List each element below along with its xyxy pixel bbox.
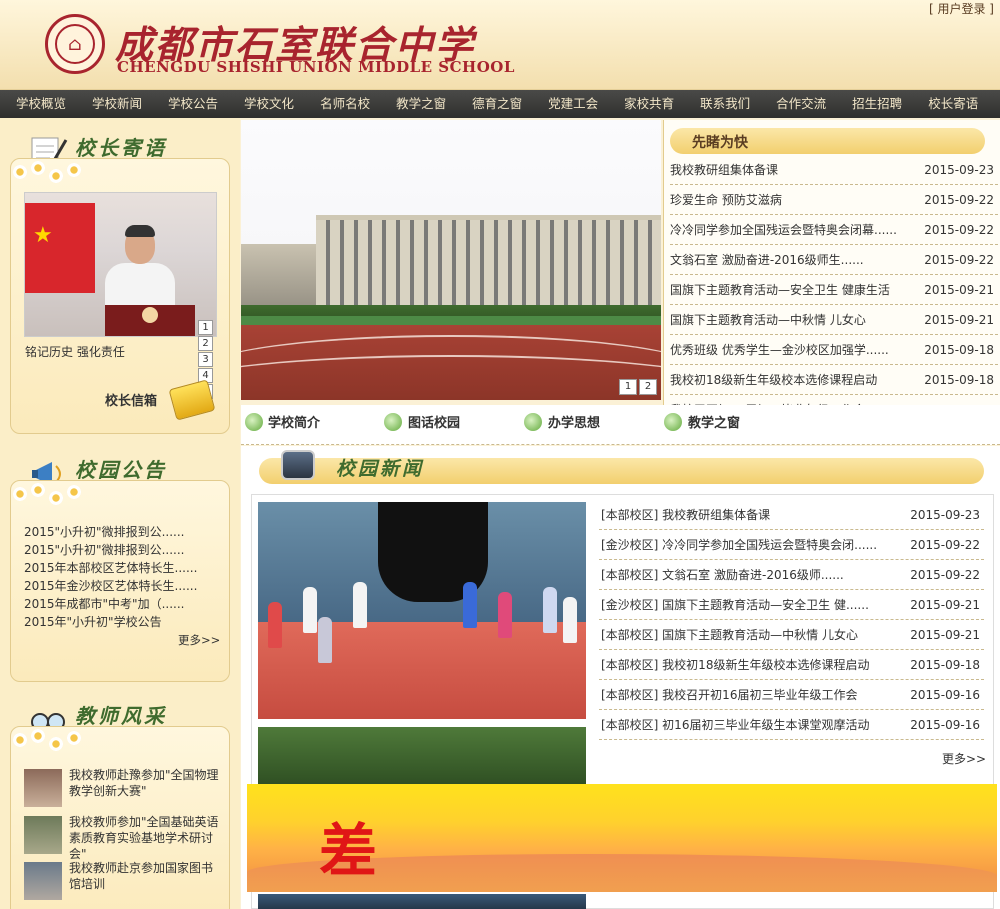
magnifier-icon: [524, 413, 542, 431]
nav-item-notices[interactable]: 学校公告: [155, 90, 231, 118]
news-row[interactable]: 我校初18级新生年级校本选修课程启动 2015-09-18: [670, 365, 998, 395]
news-row[interactable]: 国旗下主题教育活动—安全卫生 健康生活 2015-09-21: [670, 275, 998, 305]
seal-inner-icon: ⌂: [55, 24, 95, 64]
principal-photo[interactable]: ★: [24, 192, 217, 337]
campus-news-row[interactable]: [本部校区] 文翁石室 激励奋进-2016级师...... 2015-09-22: [599, 560, 984, 590]
teacher-item-title: 我校教师参加"全国基础英语素质教育实验基地学术研讨会": [69, 815, 219, 861]
site-header: [ 用户登录 ] ⌂ 成都市石室联合中学 CHENGDU SHISHI UNIO…: [0, 0, 1000, 90]
principal-photo-page-1[interactable]: 1: [198, 320, 213, 335]
campus-news-row[interactable]: [金沙校区] 国旗下主题教育活动—安全卫生 健...... 2015-09-21: [599, 590, 984, 620]
campus-news-photo[interactable]: [258, 502, 586, 719]
campus-news-title: 校园新闻: [336, 458, 425, 480]
news-row[interactable]: 我校教研组集体备课 2015-09-23: [670, 155, 998, 185]
news-row[interactable]: 优秀班级 优秀学生—金沙校区加强学...... 2015-09-18: [670, 335, 998, 365]
school-seal-logo[interactable]: ⌂: [45, 14, 105, 74]
notices-panel-title: 校园公告: [75, 458, 167, 482]
banner-word: 差: [319, 817, 378, 885]
flag-image: ★: [25, 203, 95, 293]
principal-caption[interactable]: 铭记历史 强化责任: [25, 343, 125, 360]
nav-item-famous-teachers[interactable]: 名师名校: [307, 90, 383, 118]
nav-item-admissions[interactable]: 招生招聘: [839, 90, 915, 118]
slider-page-1[interactable]: 1: [619, 379, 637, 395]
campus-news-row[interactable]: [金沙校区] 冷冷同学参加全国残运会暨特奥会闭...... 2015-09-22: [599, 530, 984, 560]
daisy-decoration-icon: [12, 728, 102, 758]
teacher-thumbnail: [24, 862, 62, 900]
news-row[interactable]: 我校召开初16届初三毕业年级工作会2015-09-16: [670, 395, 998, 405]
quick-link-intro[interactable]: 学校简介: [268, 413, 320, 435]
campus-news-photo-2[interactable]: [258, 727, 586, 787]
news-row[interactable]: 珍爱生命 预防艾滋病 2015-09-22: [670, 185, 998, 215]
teachers-panel-title: 教师风采: [75, 704, 167, 728]
news-row[interactable]: 文翁石室 激励奋进-2016级师生...... 2015-09-22: [670, 245, 998, 275]
campus-news-more-link[interactable]: 更多>>: [942, 750, 986, 767]
teacher-item-title: 我校教师赴豫参加"全国物理教学创新大赛": [69, 768, 219, 798]
quick-link-teaching[interactable]: 教学之窗: [688, 413, 740, 435]
nav-item-teaching[interactable]: 教学之窗: [383, 90, 459, 118]
principal-mailbox-link[interactable]: 校长信箱: [105, 390, 157, 409]
notices-more-link[interactable]: 更多>>: [178, 632, 220, 648]
nav-item-contact[interactable]: 联系我们: [687, 90, 763, 118]
nav-item-news[interactable]: 学校新闻: [79, 90, 155, 118]
campus-news-row[interactable]: [本部校区] 我校教研组集体备课 2015-09-23: [599, 500, 984, 530]
campus-news-row[interactable]: [本部校区] 初16届初三毕业年级生本课堂观摩活动 2015-09-16: [599, 710, 984, 740]
teacher-item[interactable]: 我校教师赴京参加国家图书馆培训: [24, 860, 219, 900]
principal-photo-page-3[interactable]: 3: [198, 352, 213, 367]
teacher-item[interactable]: 我校教师赴豫参加"全国物理教学创新大赛": [24, 767, 219, 807]
login-link[interactable]: [ 用户登录 ]: [929, 0, 994, 17]
magnifier-icon: [245, 413, 263, 431]
nav-item-moral-edu[interactable]: 德育之窗: [459, 90, 535, 118]
nav-item-overview[interactable]: 学校概览: [0, 90, 79, 118]
news-row[interactable]: 冷冷同学参加全国残运会暨特奥会闭幕...... 2015-09-22: [670, 215, 998, 245]
slider-page-2[interactable]: 2: [639, 379, 657, 395]
quick-link-philosophy[interactable]: 办学思想: [548, 413, 600, 435]
main-nav: 学校概览 学校新闻 学校公告 学校文化 名师名校 教学之窗 德育之窗 党建工会 …: [0, 90, 1000, 118]
notice-item[interactable]: 2015"小升初"微排报到公......: [24, 541, 214, 559]
camera-icon: [281, 450, 315, 480]
featured-news-title: 先睹为快: [692, 135, 748, 151]
daisy-decoration-icon: [12, 482, 102, 512]
nav-item-party-union[interactable]: 党建工会: [535, 90, 611, 118]
magnifier-icon: [664, 413, 682, 431]
nav-item-principal-message[interactable]: 校长寄语: [915, 90, 991, 118]
daisy-decoration-icon: [12, 160, 102, 190]
campus-news-row[interactable]: [本部校区] 我校召开初16届初三毕业年级工作会 2015-09-16: [599, 680, 984, 710]
notice-item[interactable]: 2015年本部校区艺体特长生......: [24, 559, 214, 577]
news-row[interactable]: 国旗下主题教育活动—中秋情 儿女心 2015-09-21: [670, 305, 998, 335]
magnifier-icon: [384, 413, 402, 431]
notices-list: 2015"小升初"微排报到公...... 2015"小升初"微排报到公.....…: [24, 523, 214, 631]
principal-panel-title: 校长寄语: [75, 136, 167, 160]
quick-link-gallery[interactable]: 图话校园: [408, 413, 460, 435]
nav-item-home-school[interactable]: 家校共育: [611, 90, 687, 118]
campus-news-row[interactable]: [本部校区] 国旗下主题教育活动—中秋情 儿女心 2015-09-21: [599, 620, 984, 650]
teacher-thumbnail: [24, 816, 62, 854]
notice-item[interactable]: 2015年金沙校区艺体特长生......: [24, 577, 214, 595]
school-name-en: CHENGDU SHISHI UNION MIDDLE SCHOOL: [117, 58, 515, 76]
featured-news-box: 先睹为快 我校教研组集体备课 2015-09-23 珍爱生命 预防艾滋病 2015-…: [663, 120, 1000, 405]
notice-item[interactable]: 2015年"小升初"学校公告: [24, 613, 214, 631]
nav-item-culture[interactable]: 学校文化: [231, 90, 307, 118]
campus-photo-slider[interactable]: 1 2: [241, 120, 661, 400]
floating-banner-ad[interactable]: 差: [247, 784, 997, 892]
nav-item-cooperation[interactable]: 合作交流: [763, 90, 839, 118]
teacher-thumbnail: [24, 769, 62, 807]
principal-photo-page-2[interactable]: 2: [198, 336, 213, 351]
notice-item[interactable]: 2015"小升初"微排报到公......: [24, 523, 214, 541]
quick-links-bar: 学校简介 图话校园 办学思想 教学之窗: [241, 405, 1000, 445]
campus-news-row[interactable]: [本部校区] 我校初18级新生年级校本选修课程启动 2015-09-18: [599, 650, 984, 680]
notice-item[interactable]: 2015年成都市"中考"加（......: [24, 595, 214, 613]
teacher-item-title: 我校教师赴京参加国家图书馆培训: [69, 861, 214, 891]
teacher-item[interactable]: 我校教师参加"全国基础英语素质教育实验基地学术研讨会": [24, 814, 219, 862]
